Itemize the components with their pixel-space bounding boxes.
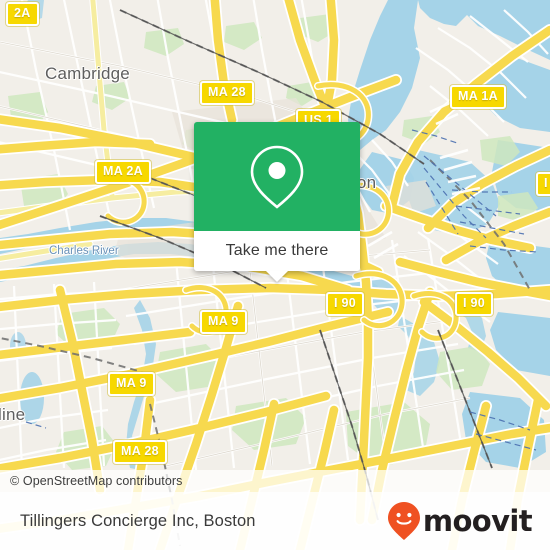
bottom-bar: Tillingers Concierge Inc, Boston moovit <box>0 492 550 550</box>
info-card-header <box>194 122 360 231</box>
moovit-wordmark: moovit <box>422 503 533 538</box>
info-card-pointer <box>266 271 288 282</box>
highway-shield-ma-1a[interactable]: MA 1A <box>450 85 506 109</box>
highway-shield-i-90-east[interactable]: I 90 <box>455 292 494 316</box>
highway-shield-i-90-west[interactable]: I 90 <box>326 292 365 316</box>
info-card-action[interactable]: Take me there <box>194 231 360 282</box>
location-pin-icon <box>250 145 304 209</box>
moovit-smiley-pin-icon <box>387 502 420 540</box>
location-info-card[interactable]: Take me there <box>194 122 360 282</box>
take-me-there-label: Take me there <box>225 242 329 259</box>
moovit-logo[interactable]: moovit <box>387 501 533 541</box>
moovit-map-screen: Cambridge ton line Charles River 2A MA 2… <box>0 0 550 550</box>
highway-shield-ma-28-north[interactable]: MA 28 <box>200 81 254 105</box>
place-title: Tillingers Concierge Inc, Boston <box>20 511 256 530</box>
highway-shield-ma-9-east[interactable]: MA 9 <box>200 310 247 334</box>
osm-attribution-bar: © OpenStreetMap contributors <box>0 470 550 492</box>
highway-shield-ma-9-west[interactable]: MA 9 <box>108 372 155 396</box>
highway-shield-edge-clipped[interactable]: I <box>536 172 550 196</box>
highway-shield-ma-28-south[interactable]: MA 28 <box>113 440 167 464</box>
osm-attribution-text[interactable]: © OpenStreetMap contributors <box>0 474 183 488</box>
highway-shield-2a[interactable]: 2A <box>6 2 39 26</box>
highway-shield-ma-2a[interactable]: MA 2A <box>95 160 151 184</box>
